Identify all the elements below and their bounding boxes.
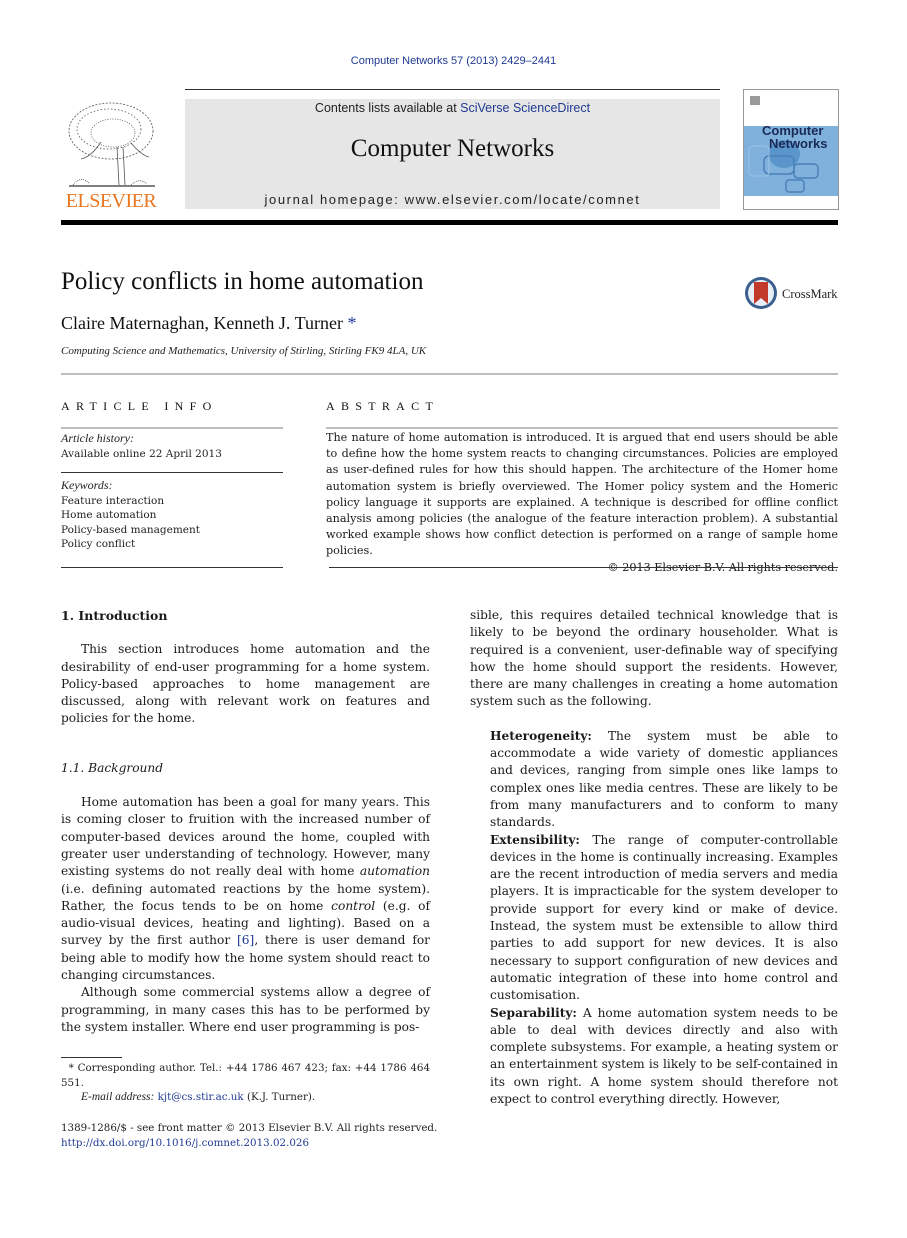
subsection-heading-background: 1.1. Background (61, 760, 164, 775)
crossmark-icon[interactable] (744, 276, 778, 310)
cover-publisher-mark-icon (750, 96, 760, 105)
abstract-text: The nature of home automation is introdu… (326, 431, 838, 558)
background-paragraph-2-continued: sible, this requires detailed technical … (470, 608, 838, 709)
journal-title: Computer Networks (350, 135, 555, 162)
email-label: E-mail address: (81, 1091, 155, 1103)
challenge-item: Extensibility: The range of computer-con… (490, 832, 838, 1003)
section-heading-introduction: 1. Introduction (61, 608, 168, 623)
history-label: Article history: (61, 431, 134, 445)
author-affiliation: Computing Science and Mathematics, Unive… (61, 345, 427, 357)
footnote-text: Corresponding author. Tel.: +44 1786 467… (61, 1062, 430, 1089)
keyword-item: Feature interaction (61, 494, 165, 507)
abstract-rule (326, 427, 838, 429)
background-paragraph-2: Although some commercial systems allow a… (61, 985, 430, 1034)
header-thick-rule (61, 220, 838, 225)
body-right-column: sible, this requires detailed technical … (470, 607, 838, 1108)
header-top-rule (185, 89, 720, 90)
front-matter: 1389-1286/$ - see front matter © 2013 El… (61, 1121, 461, 1150)
article-title: Policy conflicts in home automation (61, 268, 424, 295)
history-value: Available online 22 April 2013 (61, 447, 222, 460)
challenge-item: Heterogeneity: The system must be able t… (490, 728, 838, 830)
elsevier-wordmark: ELSEVIER (65, 190, 157, 212)
keyword-item: Policy-based management (61, 523, 201, 536)
keyword-item: Policy conflict (61, 538, 136, 550)
intro-paragraph: This section introduces home automation … (61, 642, 430, 726)
corresponding-author-footnote: * Corresponding author. Tel.: +44 1786 4… (61, 1062, 430, 1103)
background-paragraph-1: Home automation has been a goal for many… (61, 795, 430, 983)
corresponding-author-marker[interactable]: * (347, 313, 356, 333)
journal-citation-link[interactable]: Computer Networks 57 (2013) 2429–2441 (0, 55, 907, 67)
journal-cover-thumbnail: Computer Networks (743, 89, 839, 210)
article-history: Article history: Available online 22 Apr… (61, 431, 222, 461)
footnote-rule (61, 1057, 122, 1058)
contents-available-line: Contents lists available at SciVerse Sci… (185, 101, 720, 115)
keywords-block: Keywords: Feature interaction Home autom… (61, 478, 200, 552)
cover-title-line2: Networks (769, 136, 828, 151)
article-info-heading: ARTICLE INFO (61, 399, 218, 413)
keywords-label: Keywords: (61, 478, 113, 492)
article-info-rule (61, 427, 283, 429)
reference-link[interactable]: [6] (237, 933, 254, 947)
journal-banner: Contents lists available at SciVerse Sci… (185, 99, 720, 209)
article-authors: Claire Maternaghan, Kenneth J. Turner * (61, 313, 356, 334)
challenge-item: Separability: A home automation system n… (490, 1005, 838, 1107)
keyword-item: Home automation (61, 509, 157, 521)
email-link[interactable]: kjt@cs.stir.ac.uk (158, 1091, 244, 1103)
crossmark-label[interactable]: CrossMark (782, 287, 838, 302)
body-left-column: 1. Introduction This section introduces … (61, 607, 430, 1036)
keywords-rule (61, 567, 283, 568)
abstract-heading: ABSTRACT (326, 399, 440, 413)
sciencedirect-link[interactable]: SciVerse ScienceDirect (460, 101, 590, 115)
abstract-bottom-rule (329, 567, 838, 568)
abstract-body: The nature of home automation is introdu… (326, 430, 838, 576)
history-rule (61, 472, 283, 473)
contents-prefix: Contents lists available at (314, 101, 461, 115)
doi-link[interactable]: http://dx.doi.org/10.1016/j.comnet.2013.… (61, 1136, 461, 1151)
journal-homepage[interactable]: journal homepage: www.elsevier.com/locat… (185, 192, 720, 207)
title-separator (61, 373, 838, 375)
author-names: Claire Maternaghan, Kenneth J. Turner (61, 313, 343, 333)
issn-line: 1389-1286/$ - see front matter © 2013 El… (61, 1122, 438, 1134)
